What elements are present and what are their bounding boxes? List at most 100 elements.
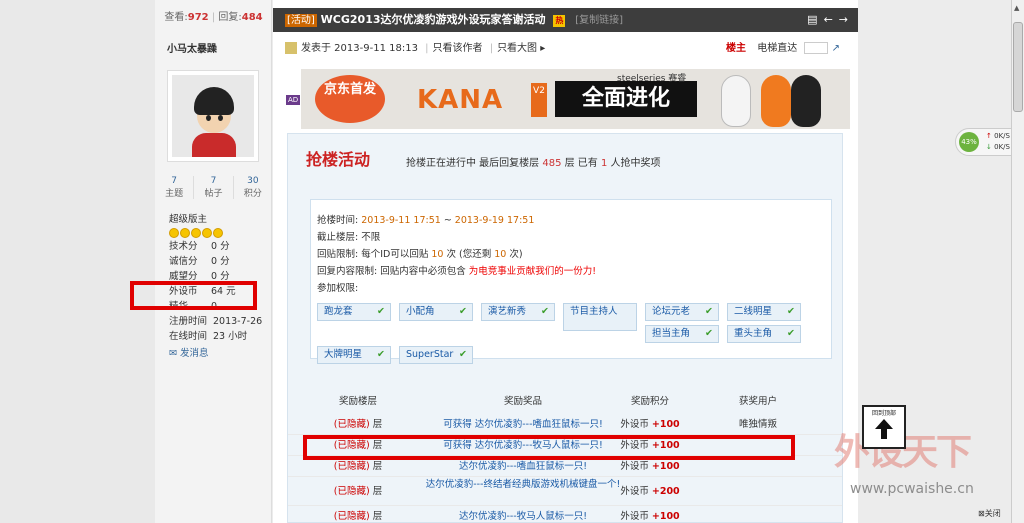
download-arrow-icon: ↓ [986, 143, 992, 151]
check-icon: ✔ [705, 328, 713, 339]
header-floor: 奖励楼层 [338, 396, 377, 407]
stat-posts[interactable]: 7 帖子 [194, 176, 234, 199]
check-icon: ✔ [459, 349, 467, 360]
post-date: 发表于 2013-9-11 18:13 [301, 43, 418, 54]
prev-thread-icon[interactable]: ← [824, 8, 833, 32]
ad-badge: AD [286, 95, 301, 105]
author-rank: 超级版主 [169, 214, 208, 225]
banner-slogan: 全面进化 [555, 81, 697, 117]
avatar[interactable] [167, 70, 259, 162]
check-icon: ✔ [459, 306, 467, 317]
highlight-box-currency [130, 281, 257, 310]
mouse-black-icon [791, 75, 821, 127]
field-online-time: 在线时间 23 小时 [169, 331, 248, 342]
panel-header: 抢楼活动 抢楼正在进行中 最后回复楼层 485 层 已有 1 人抢中奖项 [288, 134, 842, 178]
online-status-icon [285, 42, 297, 54]
header-winner: 获奖用户 [738, 396, 777, 407]
check-icon: ✔ [787, 328, 795, 339]
site-url-watermark: www.pcwaishe.cn [850, 481, 974, 497]
send-message-link[interactable]: ✉ 发消息 [169, 346, 269, 361]
thread-tag[interactable]: [活动] [285, 14, 317, 27]
header-prize: 奖励奖品 [503, 396, 542, 407]
rules-box: 抢楼时间: 2013-9-11 17:51 ~ 2013-9-19 17:51 … [310, 199, 832, 364]
upload-speed: 0K/S [994, 132, 1010, 140]
author-sidebar: 查看:972 | 回复:484 小马太暴躁 7 主题 7 帖子 30 积分 超级版主 … [155, 0, 272, 523]
jd-launch-badge: 京东首发 [315, 75, 385, 123]
views-label: 查看: [164, 12, 188, 23]
perm-chip: 演艺新秀 ✔ [481, 303, 555, 321]
check-icon: ✔ [377, 349, 385, 360]
perm-chip: 重头主角 ✔ [727, 325, 801, 343]
panel-status: 抢楼正在进行中 最后回复楼层 485 层 已有 1 人抢中奖项 [406, 158, 661, 169]
back-to-top-label: 回到顶部 [871, 410, 896, 417]
big-image-link[interactable]: 只看大图 [497, 43, 537, 54]
envelope-icon: ✉ [169, 348, 177, 359]
replies-count: 484 [241, 12, 263, 23]
perm-chip: 担当主角 ✔ [645, 325, 719, 343]
table-row: (已隐藏) 层 达尔优凌豹---终结者经典版游戏机械键盘一个! 外设币 +200 [288, 478, 842, 506]
only-author-link[interactable]: 只看该作者 [433, 43, 483, 54]
author-stats: 7 主题 7 帖子 30 积分 [155, 176, 272, 199]
reply-limit: 回贴限制: 每个ID可以回贴 10 次 (您还剩 10 次) [317, 249, 523, 260]
views-count: 972 [187, 12, 209, 23]
field-tech: 技术分 0 分 [169, 241, 230, 252]
avatar-image [172, 75, 254, 157]
table-row: (已隐藏) 层 达尔优凌豹---牧马人鼠标一只! 外设币 +100 [288, 507, 842, 522]
upload-arrow-icon: ↑ [986, 132, 992, 140]
floor-race-panel: 抢楼活动 抢楼正在进行中 最后回复楼层 485 层 已有 1 人抢中奖项 抢楼时… [287, 133, 843, 523]
perm-chip: 论坛元老 ✔ [645, 303, 719, 321]
perm-chip: 小配角 ✔ [399, 303, 473, 321]
hot-icon: 热 [553, 15, 566, 27]
prize-table-header: 奖励楼层 奖励奖品 奖励积分 获奖用户 [288, 391, 842, 413]
elevator-input[interactable] [804, 42, 829, 54]
panel-title: 抢楼活动 [306, 150, 371, 169]
table-row: (已隐藏) 层 可获得 达尔优凌豹---嗜血狂鼠标一只! 外设币 +100 唯独… [288, 415, 842, 435]
stat-credits[interactable]: 30 积分 [234, 176, 272, 199]
mouse-white-icon [721, 75, 751, 127]
content-limit: 回复内容限制: 回贴内容中必须包含 为电竞事业贡献我们的一份力! [317, 266, 597, 277]
banner-version: V2 [531, 83, 547, 117]
banner-product-name: KANA [417, 85, 504, 115]
copy-link-button[interactable]: [复制链接] [575, 15, 623, 26]
perm-chip: 节目主持人 [563, 303, 637, 331]
go-arrow-icon[interactable]: ↗ [832, 43, 840, 54]
check-icon: ✔ [377, 306, 385, 317]
back-to-top-button[interactable]: 回到顶部 [862, 405, 906, 449]
close-icon: ⊠ [978, 509, 985, 518]
highlight-box-prize-row [303, 435, 795, 460]
arrow-up-icon [875, 419, 893, 439]
check-icon: ✔ [705, 306, 713, 317]
scroll-up-icon[interactable]: ▲ [1014, 4, 1019, 12]
author-name[interactable]: 小马太暴躁 [167, 40, 217, 55]
thread-title: WCG2013达尔优凌豹游戏外设玩家答谢活动 [320, 13, 546, 26]
scrollbar-thumb[interactable] [1013, 22, 1023, 112]
caret-right-icon: ▸ [540, 43, 546, 54]
next-thread-icon[interactable]: → [839, 8, 848, 32]
perm-chip: SuperStar ✔ [399, 346, 473, 364]
ad-banner[interactable]: 京东首发 KANA V2 全面进化 steelseries 赛睿 [301, 69, 850, 129]
field-integrity: 诚信分 0 分 [169, 256, 230, 267]
check-icon: ✔ [787, 306, 795, 317]
elevator-label: 电梯直达 [757, 43, 798, 54]
post-meta: 发表于 2013-9-11 18:13 | 只看该作者 | 只看大图 ▸ 楼主 电梯… [285, 40, 850, 58]
check-icon: ✔ [541, 306, 549, 317]
permission-label: 参加权限: [317, 283, 359, 294]
print-icon[interactable]: ▤ [807, 8, 817, 32]
perm-chip: 大牌明星 ✔ [317, 346, 391, 364]
header-points: 奖励积分 [630, 396, 669, 407]
floor-owner-badge: 楼主 [726, 43, 747, 54]
thread-counters: 查看:972 | 回复:484 [164, 12, 263, 23]
download-speed: 0K/S [994, 143, 1010, 151]
table-row: (已隐藏) 层 达尔优凌豹---嗜血狂鼠标一只! 外设币 +100 [288, 457, 842, 477]
thread-title-bar: [活动] WCG2013达尔优凌豹游戏外设玩家答谢活动 热 [复制链接] ▤ ←… [273, 8, 858, 32]
mouse-orange-icon [761, 75, 791, 127]
stat-topics[interactable]: 7 主题 [155, 176, 195, 199]
field-register-date: 注册时间 2013-7-26 [169, 316, 263, 327]
deadline-floor: 截止楼层: 不限 [317, 232, 381, 243]
network-gauge: 43% [959, 132, 979, 152]
perm-chip: 二线明星 ✔ [727, 303, 801, 321]
scrollbar[interactable]: ▲ [1011, 0, 1024, 523]
page-background-left [0, 0, 155, 523]
race-time: 抢楼时间: 2013-9-11 17:51 ~ 2013-9-19 17:51 [317, 215, 535, 226]
close-ad-button[interactable]: ⊠关闭 [978, 508, 1001, 519]
